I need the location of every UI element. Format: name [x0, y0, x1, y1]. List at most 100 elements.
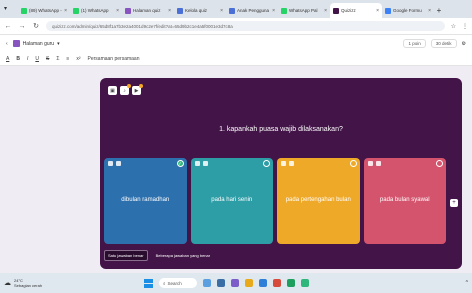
system-tray-chevron-icon[interactable]: ^	[466, 280, 468, 286]
browser-tab[interactable]: (1) WhatsApp ×	[70, 3, 122, 18]
image-icon[interactable]	[202, 161, 208, 166]
tab-close-icon[interactable]: ×	[64, 8, 67, 14]
delete-icon[interactable]	[367, 161, 373, 166]
tab-close-icon[interactable]: ×	[272, 8, 275, 14]
tab-favicon-icon	[73, 7, 79, 14]
image-icon[interactable]: ▣	[108, 86, 117, 95]
browser-tab[interactable]: Quizizz ×	[330, 3, 382, 18]
font-color-button[interactable]: A	[6, 56, 9, 62]
media-toolbar: ▣ ♪ ▶	[108, 84, 143, 95]
whatsapp-icon[interactable]	[301, 279, 309, 287]
quiz-type-icon	[12, 40, 20, 47]
correct-answer-toggle[interactable]	[349, 160, 357, 167]
answer-option[interactable]: pada hari senin	[190, 158, 273, 244]
option-text: dibulan ramadhan	[121, 197, 170, 204]
settings-icon[interactable]: ⚙	[462, 41, 466, 47]
browser-tab[interactable]: WhatsApp Pal ×	[278, 3, 330, 18]
add-option-button[interactable]: +	[450, 199, 458, 207]
option-toolbar	[194, 161, 208, 166]
equation-button[interactable]: Persamaan persamaan	[88, 56, 140, 62]
editor-stage: ▣ ♪ ▶ 1. kapankah puasa wajib dilaksanak…	[0, 66, 472, 273]
tab-favicon-icon	[229, 7, 235, 14]
audio-icon[interactable]: ♪	[120, 84, 131, 95]
search-icon: ⌕	[163, 280, 166, 286]
weather-widget[interactable]: ☁ 24°C Sebagian cerah	[4, 278, 144, 288]
question-text[interactable]: 1. kapankah puasa wajib dilaksanakan?	[106, 102, 456, 156]
browser-tab[interactable]: Google Formu ×	[382, 3, 434, 18]
chrome-icon[interactable]	[287, 279, 295, 287]
tab-close-icon[interactable]: ×	[376, 8, 379, 14]
tab-favicon-icon	[281, 7, 287, 14]
underline-button[interactable]: U	[35, 56, 39, 62]
image-icon[interactable]	[375, 161, 381, 166]
points-dropdown[interactable]: 1 poin	[403, 39, 426, 48]
file-explorer-icon[interactable]	[245, 279, 253, 287]
strike-button[interactable]: S	[46, 56, 49, 62]
windows-start-icon[interactable]	[144, 278, 153, 288]
task-view-icon[interactable]	[217, 279, 225, 287]
delete-icon[interactable]	[108, 161, 113, 166]
reload-icon[interactable]: ↻	[32, 22, 40, 30]
answer-options: ✓ dibulan ramadhan pada hari senin pada per…	[104, 158, 446, 244]
option-toolbar	[367, 161, 381, 166]
tab-close-icon[interactable]: ×	[324, 8, 327, 14]
delete-icon[interactable]	[281, 161, 286, 166]
tab-close-icon[interactable]: ×	[168, 8, 171, 14]
image-icon[interactable]	[116, 161, 121, 166]
answer-option[interactable]: pada pertengahan bulan	[277, 158, 360, 244]
teams-icon[interactable]	[231, 279, 239, 287]
superscript-button[interactable]: x²	[76, 56, 80, 62]
tab-label: (89) WhatsApp - ma	[29, 8, 62, 13]
new-tab-button[interactable]: +	[434, 3, 444, 18]
edge-icon[interactable]	[259, 279, 267, 287]
answer-option[interactable]: ✓ dibulan ramadhan	[104, 158, 187, 244]
widgets-icon[interactable]	[203, 279, 211, 287]
tab-favicon-icon	[177, 7, 183, 14]
correct-answer-toggle[interactable]: ✓	[176, 160, 184, 167]
quiz-editor-toolbar: ‹ Halaman guru ▾ 1 poin 30 detik ⚙	[0, 34, 472, 52]
tab-label: Anak Pengguna	[237, 8, 270, 13]
question-type-label: Halaman guru	[22, 40, 55, 47]
multiple-answer-button[interactable]: Beberapa jawaban yang benar	[152, 250, 215, 261]
time-dropdown[interactable]: 30 detik	[430, 39, 457, 48]
tab-favicon-icon	[125, 7, 131, 14]
search-placeholder: Search	[167, 280, 182, 286]
question-type-selector[interactable]: Halaman guru ▾	[12, 40, 60, 47]
tab-search-icon[interactable]: ▾	[4, 5, 7, 12]
os-taskbar: ☁ 24°C Sebagian cerah ⌕ Search ^	[0, 273, 472, 293]
tab-close-icon[interactable]: ×	[428, 8, 431, 14]
browser-tab[interactable]: Kelola quiz ×	[174, 3, 226, 18]
sum-button[interactable]: Σ	[56, 56, 59, 62]
video-icon[interactable]: ▶	[132, 84, 143, 95]
format-toolbar: A B I U S Σ ≡ x² Persamaan persamaan	[0, 52, 472, 66]
taskbar-search[interactable]: ⌕ Search	[159, 278, 197, 288]
align-button[interactable]: ≡	[66, 56, 69, 62]
tab-close-icon[interactable]: ×	[220, 8, 223, 14]
browser-tab[interactable]: Anak Pengguna ×	[226, 3, 278, 18]
url-field[interactable]: quizizz.com/admin/quiz/65d8f1a7b3e2a4001…	[46, 21, 445, 31]
browser-tab[interactable]: Halaman quiz ×	[122, 3, 174, 18]
bookmark-star-icon[interactable]: ☆	[451, 23, 456, 30]
question-panel: ▣ ♪ ▶ 1. kapankah puasa wajib dilaksanak…	[100, 78, 462, 269]
tab-favicon-icon	[385, 7, 391, 14]
tab-label: Google Formu	[393, 8, 422, 13]
back-arrow-icon[interactable]: ‹	[6, 41, 8, 47]
back-icon[interactable]: ←	[4, 23, 12, 30]
tab-label: Kelola quiz	[185, 8, 208, 13]
correct-answer-toggle[interactable]	[263, 160, 270, 167]
image-icon[interactable]	[289, 161, 294, 166]
delete-icon[interactable]	[194, 161, 200, 166]
tab-close-icon[interactable]: ×	[116, 8, 119, 14]
italic-button[interactable]: I	[27, 56, 28, 62]
store-icon[interactable]	[273, 279, 281, 287]
browser-tab[interactable]: (89) WhatsApp - ma×	[18, 3, 70, 18]
browser-tab-strip: ▾ (89) WhatsApp - ma×(1) WhatsApp×Halama…	[0, 0, 472, 18]
answer-option[interactable]: pada bulan syawal	[363, 158, 446, 244]
single-answer-button[interactable]: Satu jawaban benar	[104, 250, 148, 261]
forward-icon[interactable]: →	[18, 23, 26, 30]
browser-menu-icon[interactable]: ⋮	[462, 23, 468, 30]
bold-button[interactable]: B	[16, 56, 20, 62]
option-text: pada bulan syawal	[379, 197, 430, 204]
option-toolbar	[281, 161, 294, 166]
correct-answer-toggle[interactable]	[436, 160, 443, 167]
